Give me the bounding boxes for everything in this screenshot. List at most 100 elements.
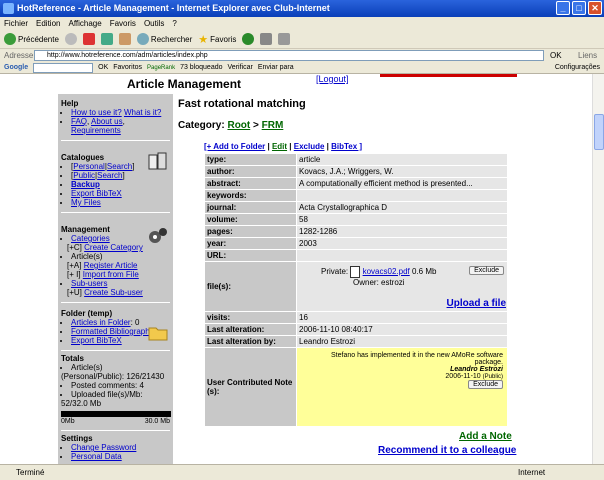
favorites-button[interactable]: ★ Favoris	[198, 33, 236, 46]
maximize-button[interactable]: □	[572, 1, 586, 15]
menu-outils[interactable]: Outils	[144, 17, 164, 30]
add-note-link[interactable]: Add a Note	[459, 431, 512, 442]
export-bibtex-link[interactable]: Export BibTeX	[71, 189, 122, 198]
bibtex-link[interactable]: BibTex ]	[331, 142, 362, 151]
public-search-link[interactable]: Search	[97, 171, 122, 180]
search-icon	[136, 33, 149, 45]
article-heading: Fast rotational matching	[178, 98, 306, 110]
send-button[interactable]: Enviar para	[258, 64, 294, 71]
status-text: Terminé	[16, 468, 45, 477]
stop-icon[interactable]	[82, 33, 95, 45]
category-separator: >	[253, 120, 259, 131]
upload-file-link[interactable]: Upload a file	[447, 298, 506, 309]
note-meta: 2006-11-10 (Public)	[301, 373, 503, 380]
back-button[interactable]: Précédente	[4, 33, 59, 45]
close-button[interactable]: ✕	[588, 1, 602, 15]
menu-affichage[interactable]: Affichage	[68, 17, 101, 30]
categories-link[interactable]: Categories	[71, 234, 110, 243]
formatted-bibliography-link[interactable]: Formatted Bibliography	[71, 327, 154, 336]
prop-key: keywords:	[204, 189, 297, 202]
subusers-link[interactable]: Sub-users	[71, 279, 107, 288]
personal-search-link[interactable]: Search	[107, 162, 132, 171]
google-logo: Google	[4, 64, 29, 71]
print-icon[interactable]	[278, 33, 291, 45]
menu-edition[interactable]: Edition	[36, 17, 60, 30]
register-key: [+A]	[67, 261, 82, 270]
google-favoritos[interactable]: Favoritos	[113, 64, 142, 71]
what-is-it-link[interactable]: What is it?	[124, 108, 161, 117]
google-search-input[interactable]	[33, 62, 94, 73]
menu-help[interactable]: ?	[172, 17, 176, 30]
menu-favoris[interactable]: Favoris	[110, 17, 136, 30]
change-password-link[interactable]: Change Password	[71, 443, 136, 452]
how-to-link[interactable]: How to use it?	[71, 108, 122, 117]
create-subuser-link[interactable]: Create Sub-user	[84, 288, 143, 297]
table-row: type: article	[204, 153, 508, 166]
prop-value: Acta Crystallographica D	[296, 201, 508, 214]
window-title: HotReference - Article Management - Inte…	[17, 3, 330, 13]
window-titlebar: HotReference - Article Management - Inte…	[0, 0, 604, 17]
file-download-link[interactable]: kovacs02.pdf	[363, 267, 410, 276]
note-author: Leandro Estrozi	[450, 366, 503, 373]
add-to-folder-link[interactable]: [+ Add to Folder	[204, 142, 265, 151]
forward-button[interactable]	[64, 33, 77, 45]
links-label[interactable]: Liens	[578, 49, 597, 62]
table-row: pages: 1282-1286	[204, 225, 508, 238]
import-file-link[interactable]: Import from File	[83, 270, 139, 279]
prop-key: volume:	[204, 213, 297, 226]
address-input[interactable]: http://www.hotreference.com/adm/articles…	[34, 50, 544, 61]
recommend-link[interactable]: Recommend it to a colleague	[378, 445, 516, 456]
prop-value: Leandro Estrozi	[296, 335, 508, 348]
prop-key: pages:	[204, 225, 297, 238]
note-exclude-button[interactable]: Exclude	[468, 380, 503, 389]
settings-button[interactable]: Configurações	[555, 64, 604, 71]
personal-data-link[interactable]: Personal Data	[71, 452, 122, 461]
go-button[interactable]: OK	[550, 49, 562, 62]
create-cat-key: [+C]	[67, 243, 82, 252]
create-category-link[interactable]: Create Category	[84, 243, 143, 252]
personal-link[interactable]: Personal	[73, 162, 105, 171]
red-banner	[380, 74, 517, 77]
history-icon[interactable]	[242, 33, 255, 45]
public-link[interactable]: Public	[73, 171, 95, 180]
books-icon	[148, 152, 167, 170]
refresh-icon[interactable]	[100, 33, 113, 45]
minimize-button[interactable]: _	[556, 1, 570, 15]
article-actions: [+ Add to Folder | Edit | Exclude | BibT…	[204, 142, 508, 152]
page-title: Article Management	[127, 77, 242, 91]
logout-link[interactable]: [Logout]	[316, 74, 349, 84]
google-go-button[interactable]: OK	[98, 64, 108, 71]
category-frm-link[interactable]: FRM	[262, 120, 284, 131]
help-heading: Help	[61, 99, 79, 108]
prop-key: author:	[204, 165, 297, 178]
table-row: URL:	[204, 249, 508, 262]
home-icon[interactable]	[118, 33, 131, 45]
google-toolbar: Google OK Favoritos PageRank 73 bloquead…	[0, 62, 604, 74]
category-root-link[interactable]: Root	[227, 120, 250, 131]
menu-fichier[interactable]: Fichier	[4, 17, 28, 30]
address-label: Adresse	[4, 51, 34, 60]
scroll-thumb[interactable]	[594, 114, 604, 150]
verify-button[interactable]: Verificar	[228, 64, 253, 71]
files-row: file(s): Private: kovacs02.pdf 0.6 Mb Ow…	[204, 261, 508, 312]
about-link[interactable]: About us	[91, 117, 123, 126]
register-article-link[interactable]: Register Article	[84, 261, 138, 270]
my-files-link[interactable]: My Files	[71, 198, 101, 207]
requirements-link[interactable]: Requirements	[71, 126, 121, 135]
note-cell: Stefano has implemented it in the new AM…	[296, 347, 508, 427]
faq-link[interactable]: FAQ	[71, 117, 87, 126]
file-exclude-button[interactable]: Exclude	[469, 266, 504, 275]
table-row: Last alteration by: Leandro Estrozi	[204, 335, 508, 348]
prop-value: 16	[296, 311, 508, 324]
search-button[interactable]: Rechercher	[136, 33, 192, 45]
edit-link[interactable]: Edit	[272, 142, 287, 151]
folder-export-bibtex-link[interactable]: Export BibTeX	[71, 336, 122, 345]
category-label: Category:	[178, 120, 225, 131]
page-content: Article Management [Logout] Help How to …	[0, 74, 592, 464]
popup-blocked[interactable]: 73 bloqueado	[180, 64, 222, 71]
exclude-link[interactable]: Exclude	[294, 142, 325, 151]
mail-icon[interactable]	[260, 33, 273, 45]
backup-link[interactable]: Backup	[71, 180, 100, 189]
articles-in-folder-link[interactable]: Articles in Folder	[71, 318, 131, 327]
vertical-scrollbar[interactable]	[592, 74, 604, 464]
